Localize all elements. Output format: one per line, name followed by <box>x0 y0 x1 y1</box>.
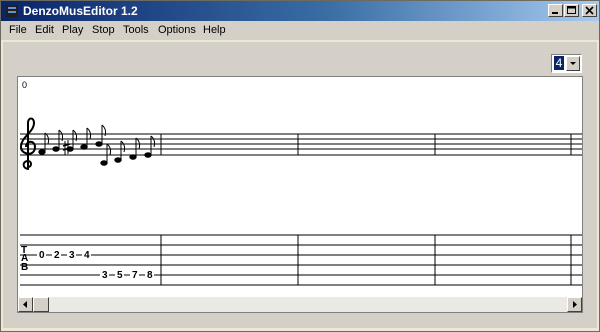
app-icon <box>6 5 18 17</box>
note-head <box>95 141 103 147</box>
measures-per-line-select[interactable]: 4 <box>551 54 582 73</box>
menu-play[interactable]: Play <box>62 24 83 36</box>
maximize-button[interactable] <box>564 4 579 17</box>
score-canvas[interactable]: T A B 0 2 3 4 3 5 7 8 <box>18 77 582 312</box>
note-head <box>129 154 137 160</box>
scroll-left-button[interactable] <box>18 297 33 312</box>
arrow-right-icon <box>573 301 577 308</box>
dropdown-arrow-button[interactable] <box>566 56 580 71</box>
note-head <box>52 146 60 152</box>
tab-note: 8 <box>147 270 153 281</box>
tab-note: 3 <box>69 250 75 261</box>
maximize-icon <box>567 6 576 14</box>
tab-note: 5 <box>117 270 123 281</box>
menu-tools[interactable]: Tools <box>123 24 149 36</box>
minimize-button[interactable] <box>548 4 563 17</box>
minimize-icon <box>552 12 558 14</box>
staff-notes <box>38 124 156 166</box>
note-head <box>100 160 108 166</box>
measures-per-line-value: 4 <box>554 56 564 70</box>
tab-label-b: B <box>21 262 28 273</box>
chevron-down-icon <box>570 62 576 65</box>
menu-options[interactable]: Options <box>158 24 196 36</box>
app-window: DenzoMusEditor 1.2 File Edit Play Stop T… <box>0 0 600 332</box>
menu-edit[interactable]: Edit <box>35 24 54 36</box>
menu-file[interactable]: File <box>9 24 27 36</box>
client-area: 4 0 T A B 0 2 3 4 3 5 7 8 <box>3 42 597 328</box>
note-head <box>114 157 122 163</box>
tab-note: 2 <box>54 250 60 261</box>
tab-note: 7 <box>132 270 138 281</box>
scroll-thumb[interactable] <box>33 297 49 312</box>
close-button[interactable] <box>582 4 597 17</box>
title-bar[interactable]: DenzoMusEditor 1.2 <box>1 1 599 21</box>
tab-barlines <box>160 235 572 285</box>
scroll-right-button[interactable] <box>567 297 582 312</box>
menu-help[interactable]: Help <box>203 24 226 36</box>
menu-stop[interactable]: Stop <box>92 24 115 36</box>
note-head <box>80 144 88 150</box>
arrow-left-icon <box>23 301 27 308</box>
note-head <box>144 152 152 158</box>
tab-note: 3 <box>102 270 108 281</box>
tab-note: 0 <box>39 250 45 261</box>
note-head <box>38 149 46 155</box>
standard-staff <box>20 133 582 156</box>
horizontal-scrollbar[interactable] <box>18 297 582 312</box>
close-icon <box>585 6 594 15</box>
score-panel[interactable]: 0 T A B 0 2 3 4 3 5 7 8 <box>17 76 583 313</box>
tab-note: 4 <box>84 250 90 261</box>
menu-bar: File Edit Play Stop Tools Options Help <box>1 21 599 40</box>
window-title: DenzoMusEditor 1.2 <box>23 4 138 18</box>
